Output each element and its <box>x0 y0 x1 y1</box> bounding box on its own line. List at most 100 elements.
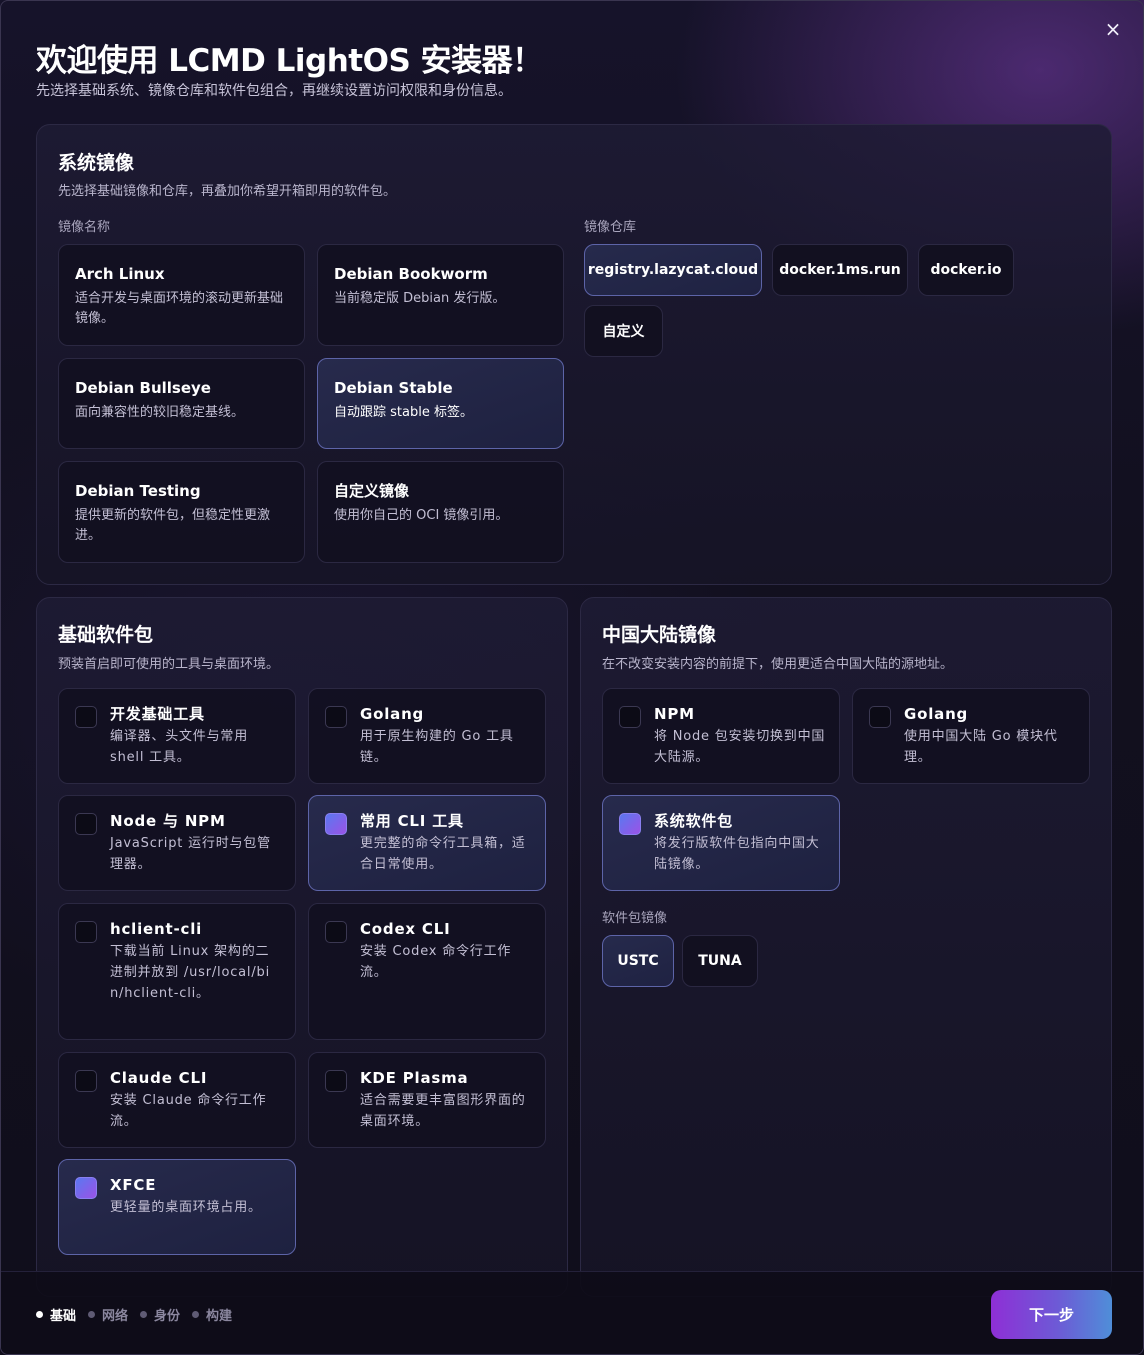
package-desc: 安装 Claude 命令行工作流。 <box>110 1093 267 1129</box>
image-card-debian-testing[interactable]: Debian Testing 提供更新的软件包，但稳定性更激进。 <box>58 461 305 563</box>
package-card-claude-cli[interactable]: Claude CLI 安装 Claude 命令行工作流。 <box>58 1052 296 1148</box>
step-dot <box>192 1311 200 1318</box>
package-title: 开发基础工具 <box>110 705 205 723</box>
panel-title: 中国大陆镜像 <box>602 624 717 646</box>
step-dot <box>88 1311 96 1318</box>
pkg-mirror-chip-tuna[interactable]: TUNA <box>682 935 758 987</box>
mirror-desc: 将 Node 包安装切换到中国大陆源。 <box>654 729 826 765</box>
image-card-desc: 当前稳定版 Debian 发行版。 <box>334 291 506 306</box>
image-card-debian-bookworm[interactable]: Debian Bookworm 当前稳定版 Debian 发行版。 <box>317 244 564 346</box>
package-checkbox[interactable] <box>75 1177 97 1199</box>
package-card-kde-plasma[interactable]: KDE Plasma 适合需要更丰富图形界面的桌面环境。 <box>308 1052 546 1148</box>
registry-chip-1ms[interactable]: docker.1ms.run <box>772 244 908 296</box>
package-desc: 下载当前 Linux 架构的二进制并放到 /usr/local/bin/hcli… <box>110 944 270 1001</box>
package-desc: 安装 Codex 命令行工作流。 <box>360 944 512 980</box>
china-mirrors-panel: 中国大陆镜像 在不改变安装内容的前提下，使用更适合中国大陆的源地址。 NPM 将 … <box>580 597 1112 1297</box>
package-checkbox[interactable] <box>75 921 97 943</box>
mirror-title: 系统软件包 <box>654 812 734 830</box>
package-title: KDE Plasma <box>360 1069 469 1087</box>
package-checkbox[interactable] <box>75 813 97 835</box>
mirror-checkbox[interactable] <box>869 706 891 728</box>
package-checkbox[interactable] <box>75 1070 97 1092</box>
system-image-panel: 系统镜像 先选择基础镜像和仓库，再叠加你希望开箱即用的软件包。 镜像名称 镜像仓… <box>36 124 1112 585</box>
registry-chip-custom[interactable]: 自定义 <box>584 305 663 357</box>
image-card-desc: 适合开发与桌面环境的滚动更新基础镜像。 <box>75 291 284 326</box>
mirror-desc: 使用中国大陆 Go 模块代理。 <box>904 729 1058 765</box>
package-desc: 更轻量的桌面环境占用。 <box>110 1200 262 1215</box>
package-desc: 用于原生构建的 Go 工具链。 <box>360 729 514 765</box>
package-checkbox[interactable] <box>75 706 97 728</box>
package-desc: 更完整的命令行工具箱，适合日常使用。 <box>360 836 526 872</box>
image-card-custom[interactable]: 自定义镜像 使用你自己的 OCI 镜像引用。 <box>317 461 564 563</box>
package-checkbox[interactable] <box>325 706 347 728</box>
package-title: 常用 CLI 工具 <box>360 812 464 830</box>
image-card-title: 自定义镜像 <box>334 482 410 500</box>
next-button[interactable]: 下一步 <box>991 1290 1112 1339</box>
package-title: XFCE <box>110 1176 157 1194</box>
pkg-mirror-label: 软件包镜像 <box>602 911 668 926</box>
base-packages-panel: 基础软件包 预装首启即可使用的工具与桌面环境。 开发基础工具编译器、头文件与常用… <box>36 597 568 1297</box>
registry-chip-dockerio[interactable]: docker.io <box>918 244 1014 296</box>
panel-desc: 先选择基础镜像和仓库，再叠加你希望开箱即用的软件包。 <box>58 184 397 199</box>
step-label: 构建 <box>206 1309 233 1324</box>
close-icon[interactable]: × <box>1101 17 1125 41</box>
page-title: 欢迎使用 LCMD LightOS 安装器！ <box>36 43 543 79</box>
package-title: hclient-cli <box>110 920 203 938</box>
mirror-checkbox[interactable] <box>619 813 641 835</box>
package-card-node-npm[interactable]: Node 与 NPM JavaScript 运行时与包管理器。 <box>58 795 296 891</box>
image-card-debian-stable[interactable]: Debian Stable 自动跟踪 stable 标签。 <box>317 358 564 449</box>
panel-desc: 在不改变安装内容的前提下，使用更适合中国大陆的源地址。 <box>602 657 954 672</box>
package-card-codex-cli[interactable]: Codex CLI 安装 Codex 命令行工作流。 <box>308 903 546 1040</box>
package-title: Node 与 NPM <box>110 812 226 830</box>
step-dot <box>140 1311 148 1318</box>
step-label: 基础 <box>50 1309 77 1324</box>
image-card-title: Debian Testing <box>75 482 201 500</box>
image-card-debian-bullseye[interactable]: Debian Bullseye 面向兼容性的较旧稳定基线。 <box>58 358 305 449</box>
image-card-title: Debian Stable <box>334 379 453 397</box>
package-card-hclient-cli[interactable]: hclient-cli 下载当前 Linux 架构的二进制并放到 /usr/loc… <box>58 903 296 1040</box>
mirror-title: Golang <box>904 705 969 723</box>
pkg-mirror-chip-ustc[interactable]: USTC <box>602 935 674 987</box>
mirror-card-npm[interactable]: NPM 将 Node 包安装切换到中国大陆源。 <box>602 688 840 784</box>
step-basic[interactable]: 基础 <box>36 1305 76 1324</box>
package-title: Golang <box>360 705 425 723</box>
package-card-dev-tools[interactable]: 开发基础工具编译器、头文件与常用 shell 工具。 <box>58 688 296 784</box>
registry-label: 镜像仓库 <box>584 220 637 235</box>
step-label: 身份 <box>154 1309 181 1324</box>
image-name-label: 镜像名称 <box>58 220 111 235</box>
mirror-desc: 将发行版软件包指向中国大陆镜像。 <box>654 836 820 872</box>
image-card-desc: 使用你自己的 OCI 镜像引用。 <box>334 508 509 523</box>
step-dot <box>36 1311 43 1318</box>
image-card-title: Debian Bullseye <box>75 379 211 397</box>
step-network[interactable]: 网络 <box>88 1305 128 1324</box>
image-card-desc: 自动跟踪 stable 标签。 <box>334 405 473 420</box>
step-identity[interactable]: 身份 <box>140 1305 180 1324</box>
mirror-title: NPM <box>654 705 695 723</box>
installer-window: × 欢迎使用 LCMD LightOS 安装器！ 先选择基础系统、镜像仓库和软件… <box>0 0 1144 1355</box>
package-title: Codex CLI <box>360 920 451 938</box>
package-checkbox[interactable] <box>325 1070 347 1092</box>
package-desc: 编译器、头文件与常用 shell 工具。 <box>110 729 249 765</box>
step-build[interactable]: 构建 <box>192 1305 232 1324</box>
panel-title: 系统镜像 <box>58 152 135 174</box>
package-checkbox[interactable] <box>325 921 347 943</box>
panel-desc: 预装首启即可使用的工具与桌面环境。 <box>58 657 280 672</box>
panel-title: 基础软件包 <box>58 624 154 646</box>
image-card-desc: 面向兼容性的较旧稳定基线。 <box>75 405 245 420</box>
package-card-common-cli[interactable]: 常用 CLI 工具更完整的命令行工具箱，适合日常使用。 <box>308 795 546 891</box>
mirror-checkbox[interactable] <box>619 706 641 728</box>
registry-chip-lazycat[interactable]: registry.lazycat.cloud <box>584 244 762 296</box>
page-subtitle: 先选择基础系统、镜像仓库和软件包组合，再继续设置访问权限和身份信息。 <box>36 83 512 99</box>
step-indicator: 基础 网络 身份 构建 <box>36 1305 232 1324</box>
package-checkbox[interactable] <box>325 813 347 835</box>
image-card-title: Arch Linux <box>75 265 165 283</box>
package-desc: JavaScript 运行时与包管理器。 <box>110 836 271 872</box>
package-card-golang[interactable]: Golang 用于原生构建的 Go 工具链。 <box>308 688 546 784</box>
package-desc: 适合需要更丰富图形界面的桌面环境。 <box>360 1093 526 1129</box>
image-card-arch-linux[interactable]: Arch Linux 适合开发与桌面环境的滚动更新基础镜像。 <box>58 244 305 346</box>
mirror-card-system-packages[interactable]: 系统软件包将发行版软件包指向中国大陆镜像。 <box>602 795 840 891</box>
mirror-card-golang[interactable]: Golang 使用中国大陆 Go 模块代理。 <box>852 688 1090 784</box>
package-card-xfce[interactable]: XFCE 更轻量的桌面环境占用。 <box>58 1159 296 1255</box>
step-label: 网络 <box>102 1309 129 1324</box>
package-title: Claude CLI <box>110 1069 208 1087</box>
